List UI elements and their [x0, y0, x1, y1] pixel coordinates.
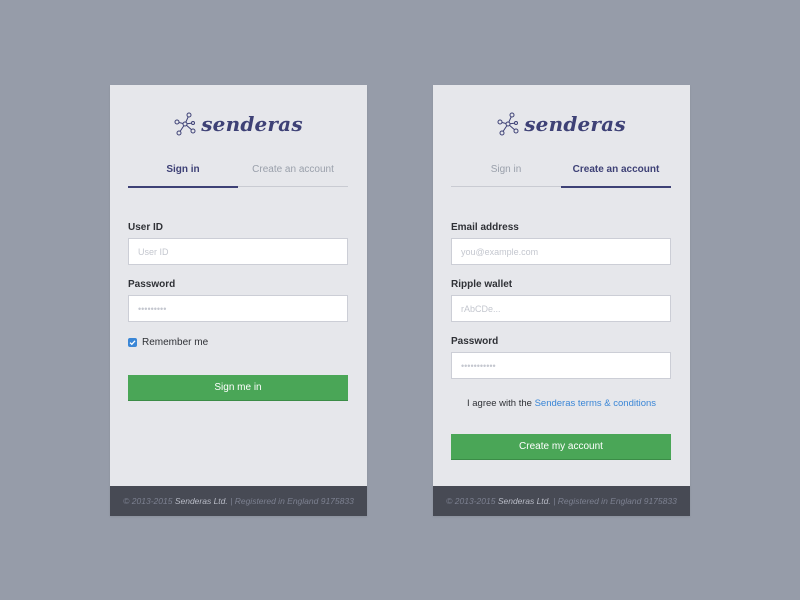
auth-tabs: Sign in Create an account	[128, 161, 348, 188]
footer-company: Senderas Ltd.	[174, 496, 228, 506]
password-input[interactable]	[128, 295, 348, 322]
email-input[interactable]	[451, 238, 671, 265]
brand-name: senderas	[201, 112, 303, 136]
create-account-card: senderas Sign in Create an account Email…	[433, 85, 690, 516]
footer: © 2013-2015 Senderas Ltd. | Registered i…	[433, 486, 690, 516]
password-input[interactable]	[451, 352, 671, 379]
footer-registered: | Registered in England 9175833	[553, 496, 677, 506]
footer: © 2013-2015 Senderas Ltd. | Registered i…	[110, 486, 367, 516]
footer-copyright: © 2013-2015	[446, 496, 496, 506]
tab-sign-in[interactable]: Sign in	[451, 161, 561, 186]
remember-me-label: Remember me	[142, 337, 209, 348]
remember-me-row[interactable]: Remember me	[128, 337, 208, 348]
tab-create-account[interactable]: Create an account	[238, 161, 348, 186]
create-my-account-button[interactable]: Create my account	[451, 434, 671, 460]
checkmark-icon	[129, 340, 136, 346]
email-label: Email address	[451, 222, 519, 233]
terms-agreement: I agree with the Senderas terms & condit…	[433, 398, 690, 409]
terms-link[interactable]: Senderas terms & conditions	[535, 398, 656, 409]
brand-logo: senderas	[433, 112, 690, 136]
remember-me-checkbox[interactable]	[128, 338, 137, 347]
password-label: Password	[451, 336, 499, 347]
brand-name: senderas	[524, 112, 626, 136]
password-label: Password	[128, 279, 176, 290]
user-id-label: User ID	[128, 222, 164, 233]
terms-prefix: I agree with the	[466, 398, 532, 409]
tab-sign-in[interactable]: Sign in	[128, 161, 238, 188]
network-nodes-icon	[497, 112, 519, 136]
tab-create-account[interactable]: Create an account	[561, 161, 671, 188]
footer-registered: | Registered in England 9175833	[230, 496, 354, 506]
network-nodes-icon	[174, 112, 196, 136]
auth-tabs: Sign in Create an account	[451, 161, 671, 188]
footer-copyright: © 2013-2015	[123, 496, 173, 506]
signin-card: senderas Sign in Create an account User …	[110, 85, 367, 516]
brand-logo: senderas	[110, 112, 367, 136]
ripple-wallet-input[interactable]	[451, 295, 671, 322]
user-id-input[interactable]	[128, 238, 348, 265]
sign-me-in-button[interactable]: Sign me in	[128, 375, 348, 401]
ripple-wallet-label: Ripple wallet	[451, 279, 513, 290]
footer-company: Senderas Ltd.	[497, 496, 551, 506]
